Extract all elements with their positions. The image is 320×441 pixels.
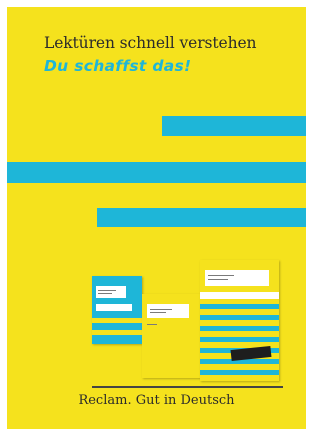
booklet-label: [96, 286, 126, 298]
booklet-label: [205, 270, 269, 286]
page: Lektüren schnell verstehen Du schaffst d…: [0, 0, 313, 441]
booklet-illustration-left: [92, 276, 142, 344]
booklet-text-line: [147, 324, 157, 325]
booklet-text-line: [150, 312, 166, 313]
decorative-stripe-middle: [7, 162, 306, 183]
booklet-text-line: [208, 279, 228, 280]
booklet-stripe: [92, 318, 142, 323]
booklet-illustration-center: [142, 294, 204, 378]
booklet-text-line: [98, 293, 112, 294]
booklet-illustration-right: [200, 260, 279, 381]
booklet-stripe: [200, 315, 279, 320]
publisher-footer: Reclam. Gut in Deutsch: [78, 393, 235, 408]
cover-title: Lektüren schnell verstehen: [44, 34, 257, 52]
booklet-label: [96, 304, 132, 311]
booklet-label: [147, 304, 189, 318]
decorative-stripe-bottom: [97, 208, 306, 227]
booklet-stripe: [200, 326, 279, 331]
booklet-stripe: [200, 304, 279, 309]
book-cover: Lektüren schnell verstehen Du schaffst d…: [7, 7, 306, 429]
booklet-text-line: [98, 290, 116, 291]
booklet-stripe: [200, 370, 279, 375]
booklet-label: [200, 292, 279, 299]
booklet-stripe: [200, 337, 279, 342]
booklet-text-line: [208, 275, 234, 276]
booklet-text-line: [150, 309, 172, 310]
booklet-stripe: [92, 330, 142, 335]
footer-rule: [92, 386, 283, 388]
decorative-stripe-top: [162, 116, 306, 136]
cover-subtitle: Du schaffst das!: [44, 57, 192, 75]
